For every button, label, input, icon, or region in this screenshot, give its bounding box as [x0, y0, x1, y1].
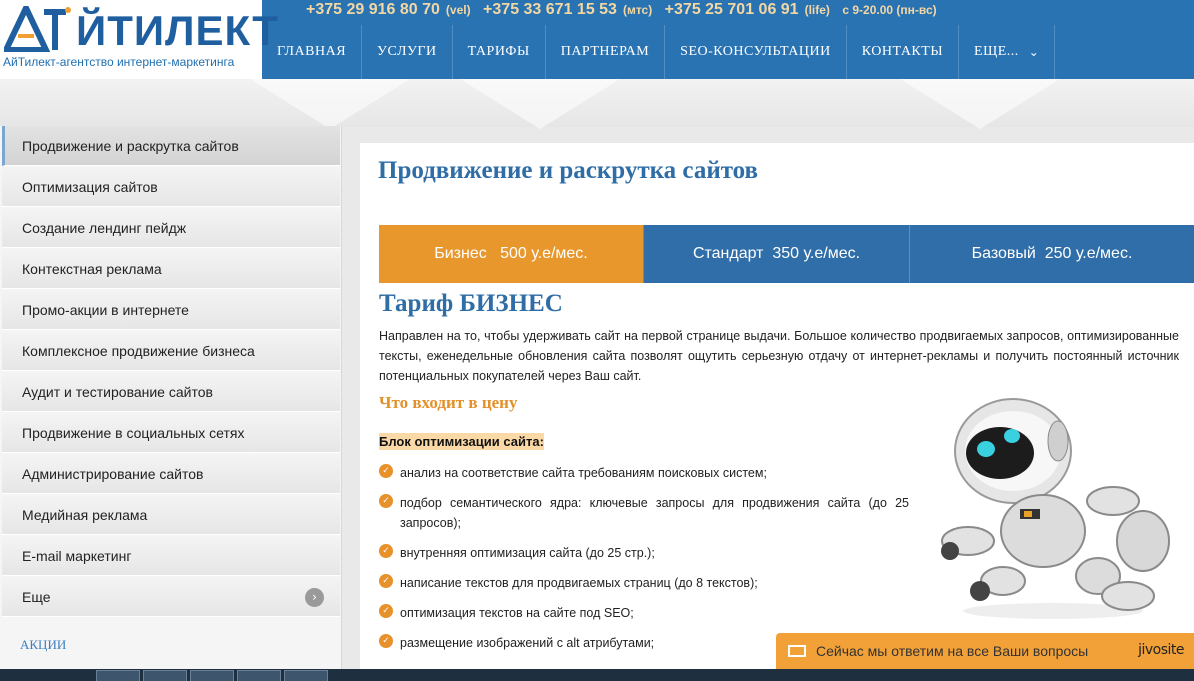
chat-text: Сейчас мы ответим на все Ваши вопросы — [816, 643, 1089, 659]
phone-operator: (мтс) — [622, 3, 653, 17]
phone-list: +375 29 916 80 70 (vel) +375 33 671 15 53… — [306, 1, 945, 23]
feature-text: подбор семантического ядра: ключевые зап… — [400, 496, 909, 530]
tab-business[interactable]: Бизнес 500 у.е/мес. — [379, 225, 644, 283]
sidebar-item-complex[interactable]: Комплексное продвижение бизнеса — [2, 331, 340, 371]
header: ЙТИЛЕКТ АйТилект-агентство интернет-марк… — [0, 0, 1194, 79]
tariff-description: Направлен на то, чтобы удерживать сайт н… — [379, 329, 1179, 383]
work-hours: с 9-20.00 (пн-вс) — [842, 3, 937, 17]
nav-item-home[interactable]: ГЛАВНАЯ — [262, 25, 363, 79]
main-content: Продвижение и раскрутка сайтов Бизнес 50… — [360, 143, 1194, 673]
list-item: ✓ анализ на соответствие сайта требовани… — [379, 463, 909, 483]
list-item: ✓ написание текстов для продвигаемых стр… — [379, 573, 909, 593]
logo-tagline: АйТилект-агентство интернет-маркетинга — [3, 55, 235, 69]
actions-link[interactable]: АКЦИИ — [20, 637, 66, 653]
robot-illustration — [941, 398, 1170, 619]
sidebar-item-admin[interactable]: Администрирование сайтов — [2, 454, 340, 494]
list-item: ✓ внутренняя оптимизация сайта (до 25 ст… — [379, 543, 909, 563]
envelope-icon — [788, 645, 806, 657]
sidebar-item-promotion[interactable]: Продвижение и раскрутка сайтов — [2, 126, 340, 166]
nav-item-tariffs[interactable]: ТАРИФЫ — [453, 25, 546, 79]
sidebar-item-audit[interactable]: Аудит и тестирование сайтов — [2, 372, 340, 412]
sidebar-item-promo[interactable]: Промо-акции в интернете — [2, 290, 340, 330]
feature-text: анализ на соответствие сайта требованиям… — [400, 466, 767, 480]
nav-item-services[interactable]: УСЛУГИ — [362, 25, 453, 79]
feature-text: размещение изображений с alt атрибутами; — [400, 636, 655, 650]
nav-item-contacts[interactable]: КОНТАКТЫ — [847, 25, 960, 79]
list-item: ✓ подбор семантического ядра: ключевые з… — [379, 493, 909, 533]
banner-strip — [0, 79, 1194, 129]
tariff-tabs: Бизнес 500 у.е/мес. Стандарт 350 у.е/мес… — [379, 225, 1194, 283]
sidebar-item-optimization[interactable]: Оптимизация сайтов — [2, 167, 340, 207]
phone-number[interactable]: +375 33 671 15 53 — [483, 1, 617, 18]
logo-text: ЙТИЛЕКТ — [76, 7, 279, 54]
sidebar-item-social[interactable]: Продвижение в социальных сетях — [2, 413, 340, 453]
sidebar-item-email[interactable]: E-mail маркетинг — [2, 536, 340, 576]
sidebar-item-media[interactable]: Медийная реклама — [2, 495, 340, 535]
block-title: Блок оптимизации сайта: — [379, 433, 544, 450]
chat-widget[interactable]: Сейчас мы ответим на все Ваши вопросы ji… — [776, 633, 1194, 669]
nav-item-more[interactable]: ЕЩЕ... ⌄ — [959, 25, 1056, 79]
check-icon: ✓ — [379, 574, 393, 588]
logo[interactable]: ЙТИЛЕКТ АйТилект-агентство интернет-марк… — [0, 0, 278, 79]
includes-heading: Что входит в цену — [379, 393, 518, 412]
taskbar-button[interactable] — [143, 670, 187, 681]
list-item: ✓ оптимизация текстов на сайте под SEO; — [379, 603, 909, 623]
taskbar-button[interactable] — [190, 670, 234, 681]
logo-mark-icon — [4, 6, 71, 52]
taskbar-button[interactable] — [237, 670, 281, 681]
taskbar-button[interactable] — [96, 670, 140, 681]
sidebar: Продвижение и раскрутка сайтов Оптимизац… — [0, 126, 342, 671]
sidebar-item-label: Еще — [22, 588, 51, 605]
taskbar-button[interactable] — [284, 670, 328, 681]
chat-brand: jivosite — [1138, 642, 1184, 658]
phone-number[interactable]: +375 29 916 80 70 — [306, 1, 440, 18]
sidebar-item-landing[interactable]: Создание лендинг пейдж — [2, 208, 340, 248]
decor-triangle — [900, 79, 1060, 129]
phone-operator: (vel) — [445, 3, 471, 17]
check-icon: ✓ — [379, 634, 393, 648]
feature-text: оптимизация текстов на сайте под SEO; — [400, 606, 634, 620]
main-nav: ГЛАВНАЯ УСЛУГИ ТАРИФЫ ПАРТНЕРАМ SEO-КОНС… — [262, 25, 1056, 79]
tab-standard[interactable]: Стандарт 350 у.е/мес. — [644, 225, 910, 283]
sidebar-item-more[interactable]: Еще › — [2, 577, 340, 617]
taskbar — [0, 669, 1194, 681]
check-icon: ✓ — [379, 464, 393, 478]
phone-number[interactable]: +375 25 701 06 91 — [665, 1, 799, 18]
nav-item-partners[interactable]: ПАРТНЕРАМ — [546, 25, 666, 79]
decor-triangle — [250, 79, 410, 129]
feature-text: написание текстов для продвигаемых стран… — [400, 576, 758, 590]
decor-triangle — [460, 79, 620, 129]
phone-operator: (life) — [804, 3, 830, 17]
chevron-right-icon[interactable]: › — [305, 588, 324, 607]
check-icon: ✓ — [379, 494, 393, 508]
page-title: Продвижение и раскрутка сайтов — [378, 157, 759, 184]
chevron-down-icon: ⌄ — [1028, 45, 1040, 59]
feature-text: внутренняя оптимизация сайта (до 25 стр.… — [400, 546, 655, 560]
nav-more-label: ЕЩЕ... — [974, 44, 1019, 59]
tariff-title: Тариф БИЗНЕС — [379, 290, 563, 317]
nav-item-seo-consulting[interactable]: SEO-КОНСУЛЬТАЦИИ — [665, 25, 847, 79]
tab-basic[interactable]: Базовый 250 у.е/мес. — [910, 225, 1194, 283]
check-icon: ✓ — [379, 544, 393, 558]
check-icon: ✓ — [379, 604, 393, 618]
sidebar-item-context-ads[interactable]: Контекстная реклама — [2, 249, 340, 289]
